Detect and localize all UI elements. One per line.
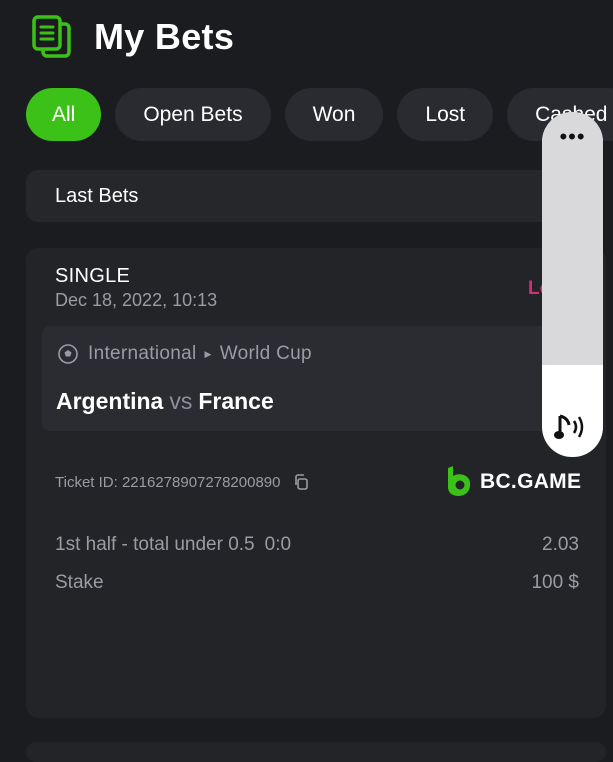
breadcrumb-arrow-icon: ▶ [204,348,212,359]
soccer-ball-icon [58,344,78,364]
last-bets-label: Last Bets [55,184,139,207]
team-home: Argentina [56,388,164,414]
match-teams: Argentina vs France [56,388,274,415]
league-breadcrumb: International ▶ World Cup [58,343,312,365]
match-info[interactable]: International ▶ World Cup Argentina vs Fra… [42,326,602,431]
ticket-label: Ticket ID: [55,473,118,491]
bet-date: Dec 18, 2022, 10:13 [55,290,218,310]
filter-tab-open-bets[interactable]: Open Bets [115,88,271,141]
filter-tabs: All Open Bets Won Lost Cashed [26,88,613,141]
filter-tab-all[interactable]: All [26,88,102,141]
brand-name: BC.GAME [480,470,582,493]
league-name: International [88,343,197,364]
bc-game-logo-icon [448,466,471,496]
ticket-id: 2216278907278200890 [121,473,281,491]
sound-icon[interactable] [554,412,590,444]
tournament-name: World Cup [219,343,312,364]
market-name: 1st half - total under 0.5 [55,534,255,555]
copy-icon[interactable] [292,473,310,491]
filter-tab-won[interactable]: Won [284,88,384,141]
next-bet-card[interactable] [26,742,606,762]
vs-label: vs [169,388,193,414]
bet-type: SINGLE [55,265,131,287]
filter-tab-lost[interactable]: Lost [397,88,494,141]
ticket-id-row: Ticket ID: 2216278907278200890 [55,473,310,491]
volume-overlay[interactable]: ••• [542,112,603,457]
page-title: My Bets [94,16,235,57]
receipt-icon [32,15,71,58]
volume-track [542,112,603,365]
bet-card[interactable]: SINGLE Dec 18, 2022, 10:13 Lost Internat… [26,248,606,718]
bet-odds: 2.03 [542,534,579,555]
more-options-icon[interactable]: ••• [542,126,603,148]
stake-label: Stake [55,572,104,593]
brand-logo: BC.GAME [446,466,581,498]
market-selection: 1st half - total under 0.5 0:0 [55,534,291,556]
page-header: My Bets [30,14,234,60]
last-bets-dropdown[interactable]: Last Bets [26,170,596,222]
match-score: 0:0 [264,534,292,555]
stake-value: 100 $ [531,572,579,593]
team-away: France [198,388,274,414]
